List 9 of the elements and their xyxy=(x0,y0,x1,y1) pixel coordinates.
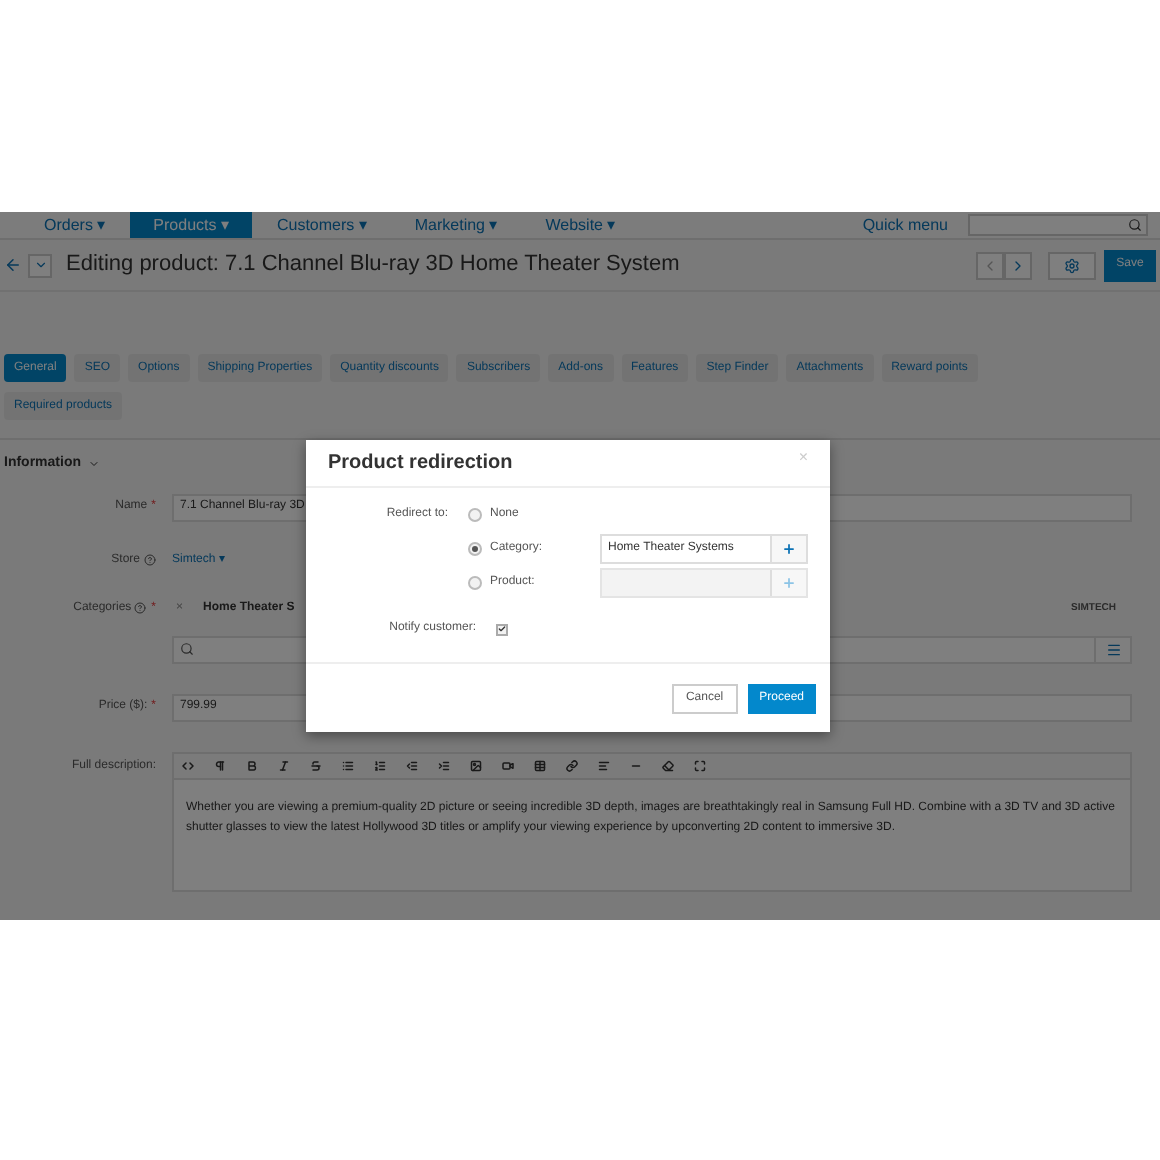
nav-menu-item[interactable]: Customers ▾ xyxy=(252,212,391,238)
page-title: Editing product: 7.1 Channel Blu-ray 3D Home Theater System xyxy=(66,250,680,281)
nav-menu-item[interactable]: Marketing ▾ xyxy=(390,212,522,238)
nav-menu-item[interactable]: Orders ▾ xyxy=(20,212,130,238)
nav-menu-item[interactable]: Website ▾ xyxy=(521,212,640,238)
close-button[interactable]: × xyxy=(798,445,808,469)
quick-menu-link[interactable]: Quick menu xyxy=(862,213,948,237)
dialog-title: Product redirection xyxy=(328,450,513,478)
nav-menu-item[interactable]: Products ▾ xyxy=(129,212,253,238)
